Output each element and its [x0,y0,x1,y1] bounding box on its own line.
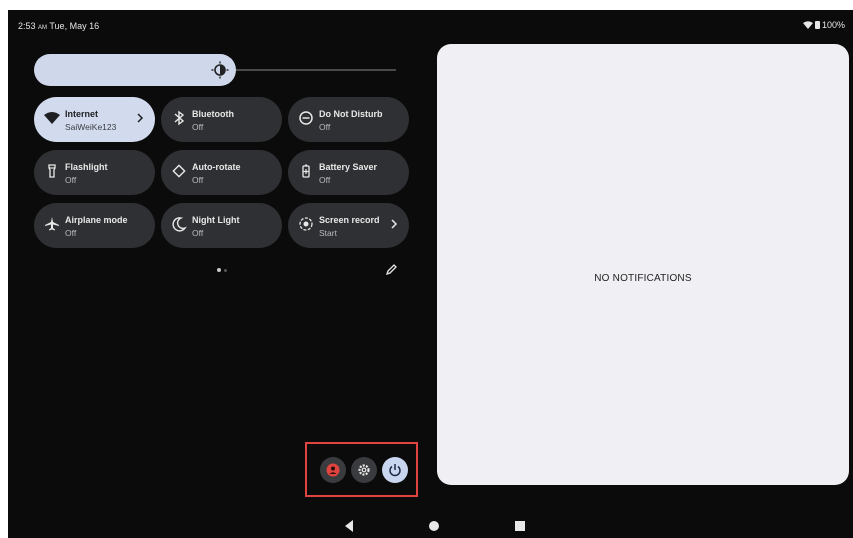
back-icon[interactable] [344,520,354,532]
home-button[interactable] [429,521,439,531]
screen-record-icon [299,217,313,231]
tile-internet[interactable]: Internet SaiWeiKe123 [34,97,155,142]
tile-sublabel: Off [319,175,331,185]
tile-auto-rotate[interactable]: Auto-rotate Off [161,150,282,195]
page-dot [224,269,227,272]
android-screen: 2:53 AM Tue, May 16 100% Internet SaiWei… [8,10,853,538]
status-date: Tue, May 16 [49,21,100,31]
tile-airplane-mode[interactable]: Airplane mode Off [34,203,155,248]
battery-saver-icon [302,164,310,178]
tile-label: Do Not Disturb [319,109,383,119]
status-icons: 100% [802,20,845,30]
tile-night-light[interactable]: Night Light Off [161,203,282,248]
brightness-slider-track[interactable] [236,69,396,71]
tile-sublabel: Off [65,175,77,185]
power-button[interactable] [382,457,408,483]
tile-label: Internet [65,109,99,119]
status-time-value: 2:53 [18,21,36,31]
user-switch-button[interactable] [320,457,346,483]
chevron-right-icon [137,113,144,123]
settings-icon [358,464,370,476]
user-icon [326,463,340,477]
tile-sublabel: Off [192,122,204,132]
brightness-slider-fill[interactable] [34,54,236,86]
airplane-icon [45,217,59,231]
bluetooth-icon [174,110,185,126]
tile-bluetooth[interactable]: Bluetooth Off [161,97,282,142]
power-icon [389,464,401,477]
notifications-panel: NO NOTIFICATIONS [437,44,849,485]
status-clock: 2:53 AM Tue, May 16 [18,21,99,31]
wifi-status-icon [802,21,813,29]
wifi-icon [44,112,60,124]
page-dot-active [217,268,221,272]
tile-sublabel: Off [319,122,331,132]
tile-label: Screen record [319,215,380,225]
auto-rotate-icon [172,164,186,178]
tile-label: Battery Saver [319,162,378,172]
flashlight-icon [48,164,56,178]
settings-button[interactable] [351,457,377,483]
recents-button[interactable] [515,521,525,531]
tile-sublabel: SaiWeiKe123 [65,122,117,132]
tile-label: Night Light [192,215,240,225]
tile-sublabel: Start [319,228,337,238]
brightness-slider[interactable] [34,54,396,86]
chevron-right-icon [391,219,398,229]
tile-do-not-disturb[interactable]: Do Not Disturb Off [288,97,409,142]
do-not-disturb-icon [299,111,313,125]
tile-label: Bluetooth [192,109,234,119]
tile-label: Flashlight [65,162,108,172]
tile-label: Airplane mode [65,215,128,225]
night-light-icon [172,217,187,232]
page-indicator [217,268,227,272]
no-notifications-text: NO NOTIFICATIONS [594,273,692,284]
brightness-icon [211,61,229,79]
tile-sublabel: Off [192,228,204,238]
edit-pencil-icon[interactable] [385,263,398,276]
tile-label: Auto-rotate [192,162,241,172]
tile-flashlight[interactable]: Flashlight Off [34,150,155,195]
battery-status-icon [814,21,820,29]
tile-sublabel: Off [192,175,204,185]
tile-screen-record[interactable]: Screen record Start [288,203,409,248]
tile-sublabel: Off [65,228,77,238]
top-margin [0,0,853,10]
battery-percent: 100% [821,20,845,30]
tile-battery-saver[interactable]: Battery Saver Off [288,150,409,195]
status-ampm: AM [38,25,48,31]
